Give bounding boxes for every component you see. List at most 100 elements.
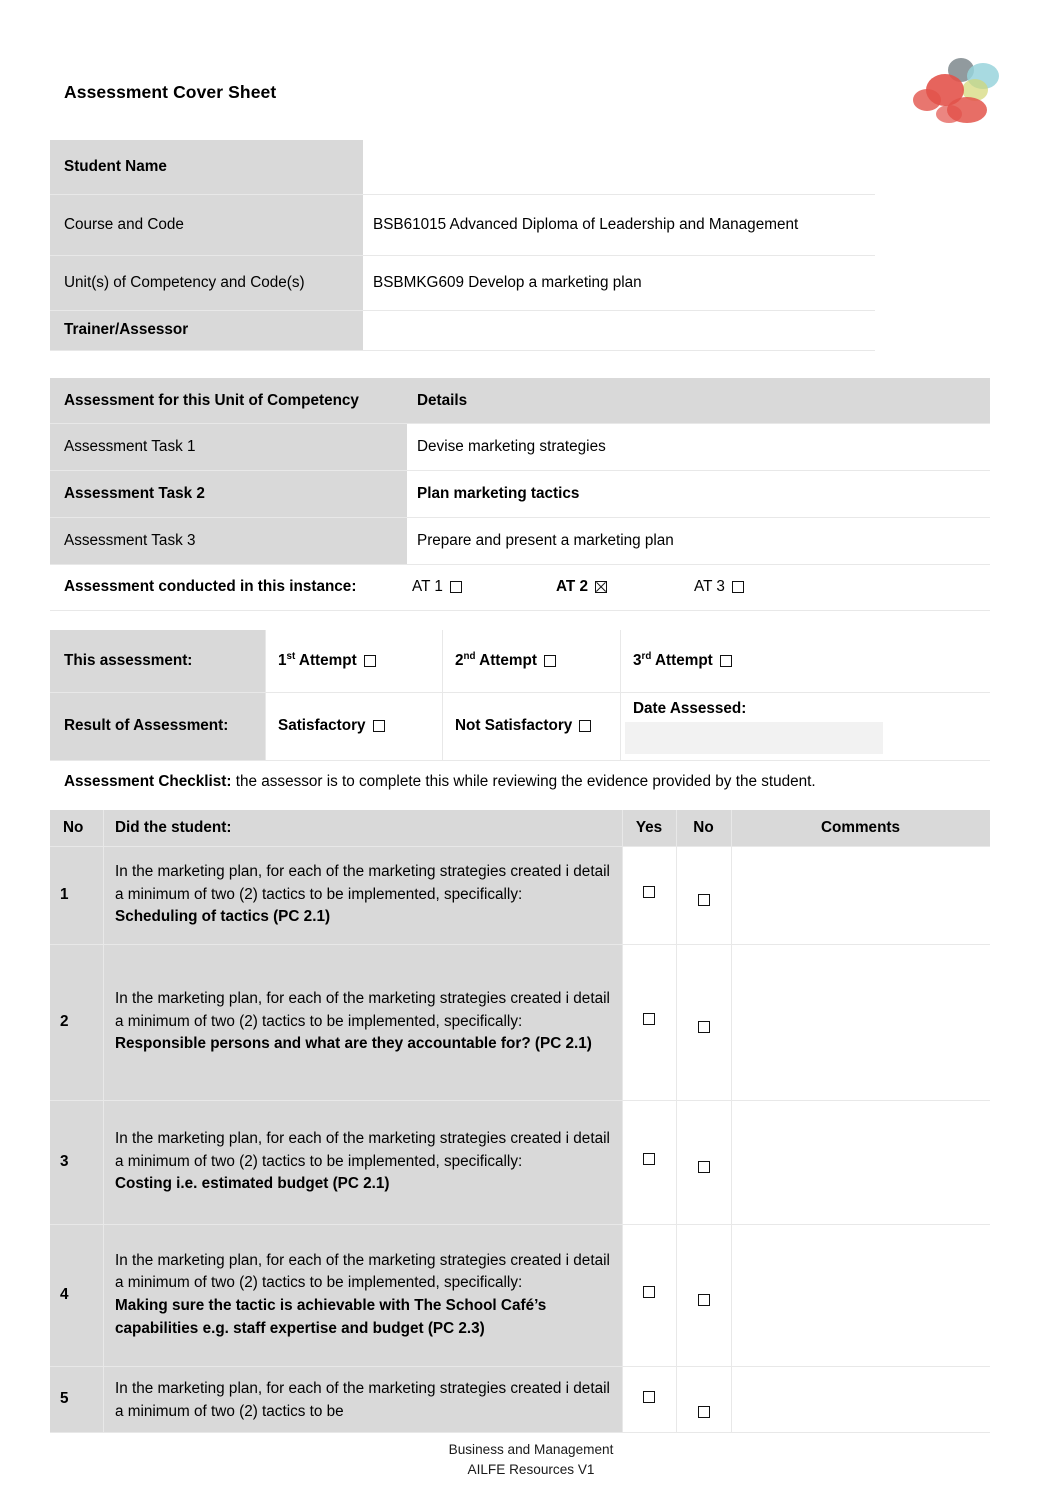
checklist-row-yes-cell[interactable]: [622, 944, 676, 1100]
checklist-yes-checkbox[interactable]: [643, 886, 655, 898]
result-of-assessment-label: Result of Assessment:: [64, 717, 229, 735]
checklist-yes-checkbox[interactable]: [643, 1286, 655, 1298]
divider: [50, 760, 990, 761]
assessment-conducted-option-at3[interactable]: AT 3: [694, 564, 804, 610]
satisfactory-checkbox[interactable]: [372, 720, 385, 732]
trainer-assessor-label: Trainer/Assessor: [64, 321, 189, 339]
checklist-row-no-cell[interactable]: [676, 846, 731, 944]
checklist-yes-checkbox[interactable]: [643, 1391, 655, 1403]
satisfactory-label: Satisfactory: [278, 717, 366, 735]
at2-label: AT 2: [556, 578, 589, 596]
checklist-row-number: 3: [60, 1153, 69, 1170]
assessment-task-1-detail: Devise marketing strategies: [417, 437, 606, 455]
student-name-field[interactable]: [363, 140, 875, 194]
checklist-row-intro: In the marketing plan, for each of the m…: [115, 1380, 610, 1420]
checklist-row-comment[interactable]: [731, 944, 990, 1100]
attempt-1-text: 1st Attempt: [278, 651, 357, 670]
checklist-row-description: In the marketing plan, for each of the m…: [103, 1224, 622, 1366]
divider: [50, 350, 875, 351]
checklist-row-no-cell[interactable]: [676, 1366, 731, 1432]
checklist-row-yes-cell[interactable]: [622, 1224, 676, 1366]
checklist-row-number: 4: [60, 1286, 69, 1303]
checklist-row-number: 2: [60, 1013, 69, 1030]
divider: [265, 630, 266, 760]
attempt-option-1[interactable]: 1st Attempt: [278, 630, 442, 692]
unit-of-competency-value[interactable]: BSBMKG609 Develop a marketing plan: [363, 255, 875, 310]
trainer-assessor-field[interactable]: [363, 310, 875, 350]
assessment-checklist-note-bold: Assessment Checklist:: [64, 773, 232, 790]
unit-of-competency-label: Unit(s) of Competency and Code(s): [64, 273, 305, 291]
attempt-3-text: 3rd Attempt: [633, 651, 713, 670]
at3-label: AT 3: [694, 578, 725, 596]
divider: [442, 630, 443, 760]
page-title: Assessment Cover Sheet: [64, 82, 277, 102]
checklist-no-checkbox[interactable]: [697, 1161, 710, 1173]
organisation-logo-icon: [905, 48, 1017, 136]
attempt-option-2[interactable]: 2nd Attempt: [455, 630, 620, 692]
footer-line-2: AILFE Resources V1: [467, 1462, 595, 1478]
attempt-2-checkbox[interactable]: [543, 655, 556, 667]
checklist-header-comments: Comments: [820, 819, 901, 837]
checklist-row-description: In the marketing plan, for each of the m…: [103, 1366, 622, 1432]
at1-checkbox[interactable]: [449, 581, 462, 593]
assessment-task-3-label: Assessment Task 3: [64, 531, 196, 549]
attempt-option-3[interactable]: 3rd Attempt: [633, 630, 813, 692]
assessment-task-1-label: Assessment Task 1: [64, 437, 196, 455]
result-option-not-satisfactory[interactable]: Not Satisfactory: [455, 692, 635, 760]
checklist-yes-checkbox[interactable]: [643, 1013, 655, 1025]
checklist-row-description: In the marketing plan, for each of the m…: [103, 1100, 622, 1224]
checklist-no-checkbox[interactable]: [697, 1021, 710, 1033]
checklist-row-number: 5: [60, 1390, 69, 1407]
divider: [50, 1432, 990, 1433]
checklist-header-question: Did the student:: [115, 819, 232, 837]
assessment-checklist-note: Assessment Checklist: the assessor is to…: [64, 773, 816, 791]
checklist-row-emphasis: Making sure the tactic is achievable wit…: [115, 1297, 547, 1337]
at2-checkbox[interactable]: [595, 581, 608, 593]
checklist-header-no: No: [63, 819, 84, 837]
page-footer: Business and Management AILFE Resources …: [0, 1440, 1062, 1481]
student-name-label: Student Name: [64, 158, 167, 176]
assessment-task-2-detail: Plan marketing tactics: [417, 484, 580, 502]
checklist-header-yes: Yes: [635, 819, 663, 837]
assessment-tasks-header-right: Details: [417, 391, 468, 409]
checklist-row-description: In the marketing plan, for each of the m…: [103, 944, 622, 1100]
at1-label: AT 1: [412, 578, 443, 596]
result-option-satisfactory[interactable]: Satisfactory: [278, 692, 442, 760]
checklist-row-no-cell[interactable]: [676, 1100, 731, 1224]
document-page: Assessment Cover Sheet Student Name Cour…: [0, 0, 1062, 1506]
attempt-1-checkbox[interactable]: [363, 655, 376, 667]
at3-checkbox[interactable]: [731, 581, 744, 593]
not-satisfactory-checkbox[interactable]: [579, 720, 592, 732]
assessment-conducted-option-at2[interactable]: AT 2: [556, 564, 666, 610]
footer-line-1: Business and Management: [448, 1442, 614, 1457]
checklist-yes-checkbox[interactable]: [643, 1153, 655, 1165]
date-assessed-label: Date Assessed:: [633, 700, 747, 718]
checklist-row-comment[interactable]: [731, 846, 990, 944]
checklist-row-yes-cell[interactable]: [622, 1100, 676, 1224]
checklist-row-comment[interactable]: [731, 1224, 990, 1366]
checklist-row-emphasis: Responsible persons and what are they ac…: [115, 1035, 592, 1053]
date-assessed-value[interactable]: [633, 726, 883, 754]
checklist-no-checkbox[interactable]: [697, 1294, 710, 1306]
assessment-conducted-option-at1[interactable]: AT 1: [412, 564, 522, 610]
checklist-no-checkbox[interactable]: [697, 1406, 710, 1418]
checklist-row-yes-cell[interactable]: [622, 846, 676, 944]
attempt-3-checkbox[interactable]: [719, 655, 732, 667]
divider: [50, 610, 990, 611]
checklist-row-intro: In the marketing plan, for each of the m…: [115, 863, 610, 903]
checklist-row-intro: In the marketing plan, for each of the m…: [115, 990, 610, 1030]
checklist-row-intro: In the marketing plan, for each of the m…: [115, 1251, 610, 1292]
assessment-tasks-header-left: Assessment for this Unit of Competency: [64, 391, 359, 409]
checklist-row-no-cell[interactable]: [676, 944, 731, 1100]
checklist-row-comment[interactable]: [731, 1100, 990, 1224]
checklist-row-yes-cell[interactable]: [622, 1366, 676, 1432]
assessment-task-3-detail: Prepare and present a marketing plan: [417, 531, 674, 549]
checklist-row-comment[interactable]: [731, 1366, 990, 1432]
checklist-row-no-cell[interactable]: [676, 1224, 731, 1366]
course-and-code-label: Course and Code: [64, 215, 184, 233]
checklist-no-checkbox[interactable]: [697, 894, 710, 906]
course-and-code-value[interactable]: BSB61015 Advanced Diploma of Leadership …: [363, 194, 875, 255]
not-satisfactory-label: Not Satisfactory: [455, 717, 573, 735]
assessment-checklist-note-rest: the assessor is to complete this while r…: [231, 773, 816, 790]
assessment-task-2-label: Assessment Task 2: [64, 484, 205, 502]
